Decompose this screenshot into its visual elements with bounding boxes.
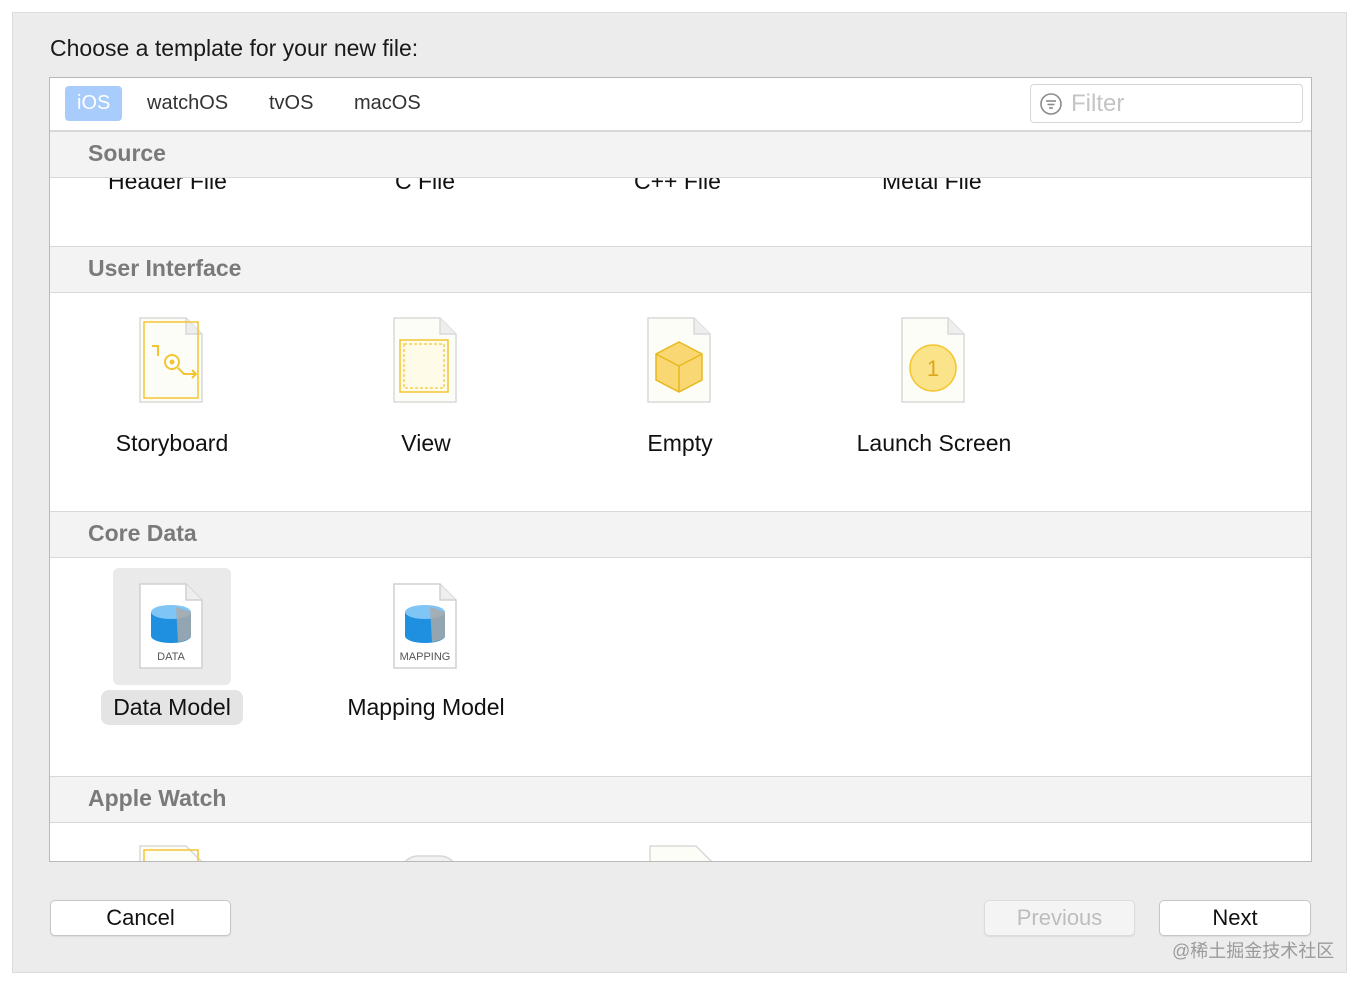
- template-label: Mapping Model: [347, 694, 505, 720]
- template-label: View: [401, 430, 451, 456]
- launch-screen-file-icon: 1: [901, 317, 965, 403]
- section-header-source: Source: [50, 131, 1311, 178]
- data-model-file-icon: DATA: [139, 583, 203, 669]
- tab-watchos[interactable]: watchOS: [135, 86, 240, 121]
- section-header-user-interface: User Interface: [50, 246, 1311, 293]
- previous-button[interactable]: Previous: [984, 900, 1135, 936]
- watch-file-icon[interactable]: [138, 844, 204, 862]
- section-title: Source: [88, 140, 166, 166]
- section-header-core-data: Core Data: [50, 511, 1311, 558]
- watermark: @稀土掘金技术社区: [1172, 941, 1335, 961]
- data-caption: DATA: [157, 651, 185, 663]
- launch-screen-badge: 1: [927, 356, 939, 381]
- template-cpp-file[interactable]: C++ File: [634, 178, 721, 195]
- next-button[interactable]: Next: [1159, 900, 1311, 936]
- template-label: Launch Screen: [856, 430, 1012, 456]
- mapping-model-file-icon: MAPPING: [393, 583, 457, 669]
- template-label: Storyboard: [115, 430, 229, 456]
- section-title: User Interface: [88, 255, 242, 281]
- template-label: Data Model: [101, 690, 243, 725]
- section-title: Apple Watch: [88, 785, 227, 811]
- template-header-file[interactable]: Header File: [108, 178, 227, 195]
- template-label: Empty: [647, 430, 713, 456]
- empty-file-icon: [647, 317, 711, 403]
- storyboard-file-icon: [139, 317, 203, 403]
- template-chooser-dialog: Choose a template for your new file: iOS…: [12, 12, 1347, 973]
- dialog-title: Choose a template for your new file:: [50, 35, 419, 61]
- tab-macos[interactable]: macOS: [342, 86, 433, 121]
- tab-ios[interactable]: iOS: [65, 86, 123, 121]
- cancel-button[interactable]: Cancel: [50, 900, 231, 936]
- watch-complication-icon[interactable]: [396, 850, 462, 862]
- view-file-icon: [393, 317, 457, 403]
- apple-watch-items-row: [50, 824, 1311, 862]
- filter-icon: [1040, 93, 1062, 115]
- source-items-row: Header File C File C++ File Metal File: [50, 178, 1311, 244]
- watch-generic-file-icon[interactable]: [648, 844, 714, 862]
- filter-field[interactable]: [1030, 84, 1303, 123]
- template-panel: iOS watchOS tvOS macOS Source Header Fil…: [49, 77, 1312, 862]
- template-metal-file[interactable]: Metal File: [882, 178, 982, 195]
- filter-input[interactable]: [1069, 88, 1293, 120]
- tab-tvos[interactable]: tvOS: [257, 86, 325, 121]
- section-title: Core Data: [88, 520, 197, 546]
- mapping-caption: MAPPING: [400, 651, 451, 663]
- template-c-file[interactable]: C File: [395, 178, 455, 195]
- section-header-apple-watch: Apple Watch: [50, 776, 1311, 823]
- platform-tab-bar: iOS watchOS tvOS macOS: [50, 78, 1311, 131]
